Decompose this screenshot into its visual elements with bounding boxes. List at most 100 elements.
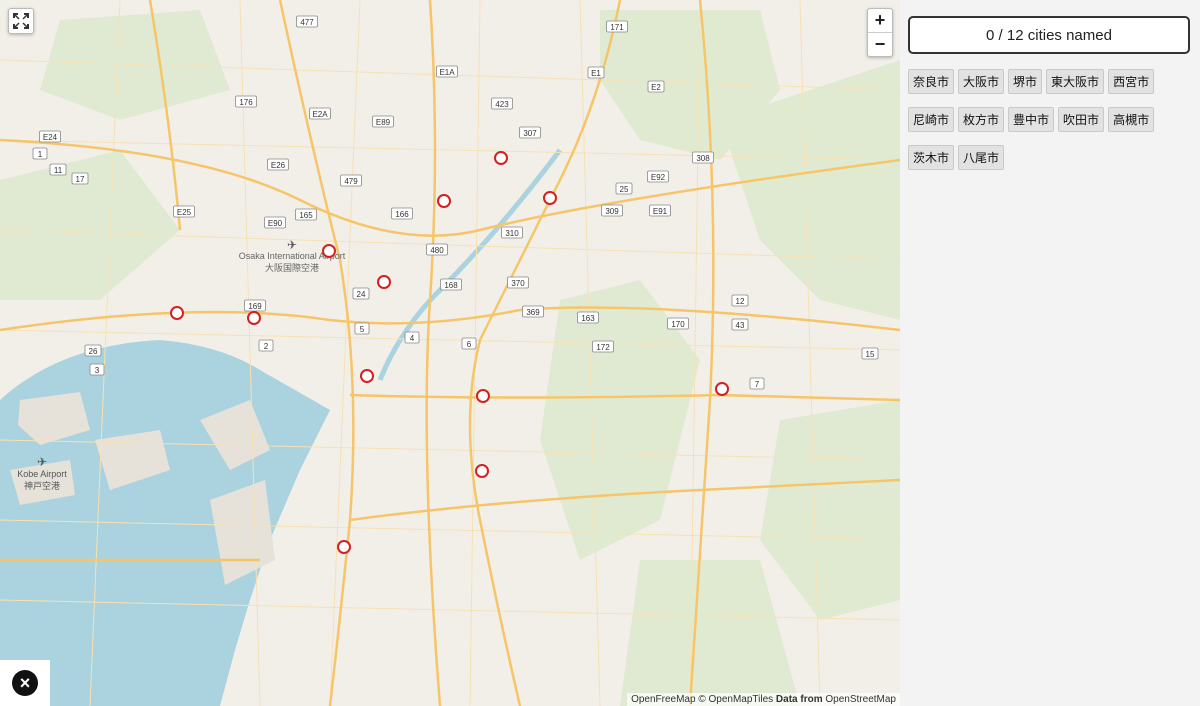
attribution-osm-link[interactable]: OpenStreetMap <box>825 694 896 705</box>
city-marker[interactable] <box>476 389 490 403</box>
city-marker[interactable] <box>322 244 336 258</box>
zoom-in-button[interactable]: + <box>868 9 892 32</box>
route-shield: E90 <box>264 216 286 229</box>
svg-text:26: 26 <box>89 347 98 356</box>
svg-text:25: 25 <box>620 185 629 194</box>
svg-text:11: 11 <box>54 166 63 175</box>
svg-text:423: 423 <box>495 100 509 109</box>
svg-text:✈: ✈ <box>37 455 47 469</box>
route-shield: 477 <box>296 15 318 28</box>
city-marker[interactable] <box>475 464 489 478</box>
route-shield: E92 <box>647 170 669 183</box>
zoom-out-button[interactable]: − <box>868 32 892 56</box>
svg-text:170: 170 <box>671 320 685 329</box>
city-marker[interactable] <box>715 382 729 396</box>
svg-text:12: 12 <box>736 297 745 306</box>
svg-text:4: 4 <box>410 334 415 343</box>
route-shield: 7 <box>749 377 765 390</box>
svg-text:165: 165 <box>299 211 313 220</box>
city-marker[interactable] <box>337 540 351 554</box>
svg-text:E26: E26 <box>271 161 286 170</box>
attribution-openmaptiles-link[interactable]: © OpenMapTiles <box>698 694 773 705</box>
osaka-bay <box>0 340 330 706</box>
fullscreen-button[interactable] <box>8 8 34 34</box>
route-shield: 11 <box>49 163 67 176</box>
route-shield: 5 <box>354 322 370 335</box>
map-base: ✈ Osaka International Airport 大阪国際空港 ✈ K… <box>0 0 900 706</box>
route-shield: 165 <box>295 208 317 221</box>
city-chip[interactable]: 茨木市 <box>908 145 955 170</box>
close-icon[interactable]: × <box>12 670 38 696</box>
side-panel: 0 / 12 cities named 奈良市 大阪市 堺市 東大阪市 西宮市 尼崎市 枚方… <box>900 0 1200 706</box>
svg-text:176: 176 <box>239 98 253 107</box>
route-shield: 3 <box>89 363 105 376</box>
svg-text:E90: E90 <box>268 219 283 228</box>
city-marker[interactable] <box>494 151 508 165</box>
city-chip[interactable]: 枚方市 <box>958 107 1005 132</box>
city-chip[interactable]: 高槻市 <box>1108 107 1155 132</box>
route-shield: 168 <box>440 278 462 291</box>
city-chip[interactable]: 尼崎市 <box>908 107 955 132</box>
route-shield: 25 <box>615 182 633 195</box>
city-marker[interactable] <box>437 194 451 208</box>
city-chip[interactable]: 吹田市 <box>1058 107 1105 132</box>
route-shield: E89 <box>372 115 394 128</box>
svg-text:E24: E24 <box>43 133 58 142</box>
svg-text:E2: E2 <box>651 83 661 92</box>
route-shield: 43 <box>731 318 749 331</box>
route-shield: 6 <box>461 337 477 350</box>
route-shield: 170 <box>667 317 689 330</box>
svg-text:309: 309 <box>605 207 619 216</box>
svg-text:369: 369 <box>526 308 540 317</box>
city-chip[interactable]: 東大阪市 <box>1046 69 1105 94</box>
route-shield: 4 <box>404 331 420 344</box>
svg-text:370: 370 <box>511 279 525 288</box>
route-shield: 1 <box>32 147 48 160</box>
city-marker[interactable] <box>377 275 391 289</box>
svg-text:E1A: E1A <box>439 68 455 77</box>
map-attribution: OpenFreeMap © OpenMapTiles Data from Ope… <box>627 693 900 706</box>
svg-text:E25: E25 <box>177 208 192 217</box>
city-chip[interactable]: 堺市 <box>1008 69 1043 94</box>
route-shield: E24 <box>39 130 61 143</box>
route-shield: 309 <box>601 204 623 217</box>
route-shield: 172 <box>592 340 614 353</box>
attribution-data-label: Data from <box>775 694 823 705</box>
svg-text:172: 172 <box>596 343 610 352</box>
route-shield: 423 <box>491 97 513 110</box>
svg-text:E91: E91 <box>653 207 668 216</box>
quiz-map[interactable]: ✈ Osaka International Airport 大阪国際空港 ✈ K… <box>0 0 900 706</box>
city-marker[interactable] <box>247 311 261 325</box>
route-shield: 15 <box>861 347 879 360</box>
svg-text:163: 163 <box>581 314 595 323</box>
svg-text:479: 479 <box>344 177 358 186</box>
svg-text:24: 24 <box>357 290 366 299</box>
zoom-control: + − <box>867 8 893 57</box>
city-chip[interactable]: 八尾市 <box>958 145 1005 170</box>
svg-text:166: 166 <box>395 210 409 219</box>
city-marker[interactable] <box>543 191 557 205</box>
city-chip[interactable]: 大阪市 <box>958 69 1005 94</box>
route-shield: 26 <box>84 344 102 357</box>
city-chip[interactable]: 豊中市 <box>1008 107 1055 132</box>
attribution-openfreemap-link[interactable]: OpenFreeMap <box>631 694 695 705</box>
city-marker[interactable] <box>170 306 184 320</box>
svg-text:17: 17 <box>76 175 85 184</box>
svg-text:171: 171 <box>610 23 624 32</box>
airport-label-osaka-ja: 大阪国際空港 <box>265 262 319 273</box>
route-shield: E25 <box>173 205 195 218</box>
route-shield: 163 <box>577 311 599 324</box>
svg-text:7: 7 <box>755 380 760 389</box>
route-shield: E1A <box>436 65 458 78</box>
route-shield: E26 <box>267 158 289 171</box>
svg-text:480: 480 <box>430 246 444 255</box>
city-chip[interactable]: 西宮市 <box>1108 69 1155 94</box>
route-shield: 171 <box>606 20 628 33</box>
route-shield: E91 <box>649 204 671 217</box>
city-chip[interactable]: 奈良市 <box>908 69 955 94</box>
airport-label-kobe-ja: 神戸空港 <box>24 480 60 491</box>
close-button-container: × <box>0 660 50 706</box>
city-marker[interactable] <box>360 369 374 383</box>
route-shield: 169 <box>244 299 266 312</box>
svg-text:307: 307 <box>523 129 537 138</box>
